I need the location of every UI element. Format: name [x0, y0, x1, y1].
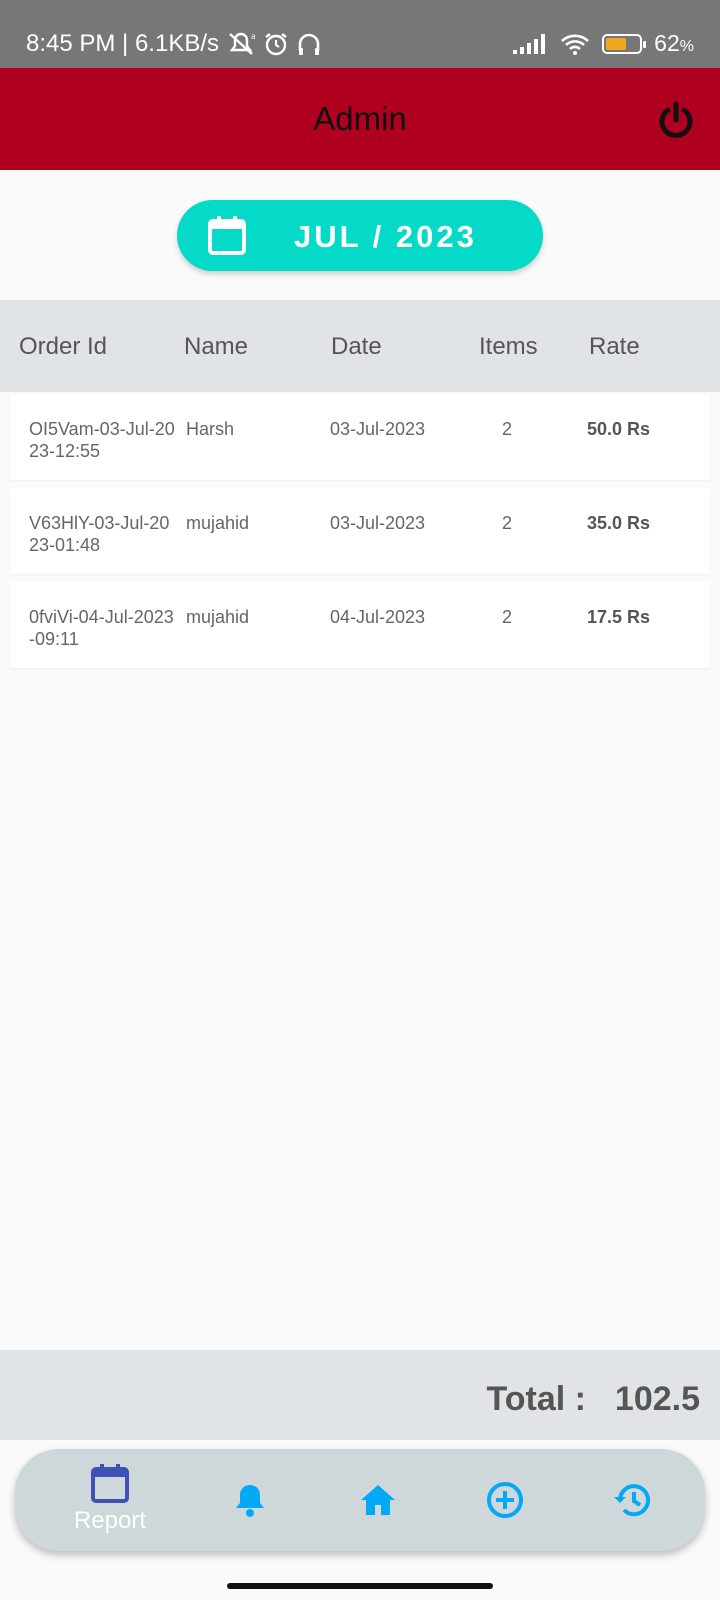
- calendar-icon: [91, 1464, 129, 1503]
- total-bar: Total : 102.5: [0, 1350, 720, 1440]
- customer-name: mujahid: [186, 513, 250, 533]
- table-row[interactable]: OI5Vam-03-Jul-2023-12:55 Harsh 03-Jul-20…: [10, 394, 710, 480]
- order-date: 04-Jul-2023: [330, 607, 426, 627]
- status-left: 8:45 PM | 6.1KB/s a: [26, 30, 321, 58]
- battery-icon: [602, 33, 647, 54]
- status-time-speed: 8:45 PM | 6.1KB/s: [26, 30, 219, 57]
- nav-history[interactable]: [597, 1449, 667, 1551]
- header-items: Items: [479, 333, 538, 360]
- item-count: 2: [502, 513, 513, 533]
- status-bar: 8:45 PM | 6.1KB/s a 62%: [0, 0, 720, 68]
- battery-percent: 62%: [654, 30, 694, 57]
- nav-report-label: Report: [73, 1507, 147, 1534]
- header-rate: Rate: [589, 333, 640, 360]
- power-icon: [659, 101, 693, 138]
- total-value: 102.5: [614, 1380, 700, 1418]
- month-picker-button[interactable]: JUL / 2023: [177, 200, 543, 271]
- nav-notifications[interactable]: [215, 1449, 285, 1551]
- item-count: 2: [502, 419, 513, 439]
- customer-name: Harsh: [186, 419, 235, 439]
- item-count: 2: [502, 607, 513, 627]
- wifi-icon: [560, 32, 590, 56]
- nav-add[interactable]: [470, 1449, 540, 1551]
- order-id: 0fviVi-04-Jul-2023-09:11: [29, 607, 174, 649]
- bottom-nav: Report: [15, 1449, 705, 1551]
- total-label: Total :: [486, 1380, 586, 1418]
- svg-text:a: a: [251, 32, 255, 41]
- history-icon: [614, 1484, 650, 1517]
- add-circle-icon: [487, 1482, 523, 1518]
- order-rate: 50.0 Rs: [587, 419, 651, 439]
- power-button[interactable]: [654, 98, 698, 142]
- table-row[interactable]: V63HlY-03-Jul-2023-01:48 mujahid 03-Jul-…: [10, 488, 710, 574]
- order-rate: 35.0 Rs: [587, 513, 651, 533]
- nav-report[interactable]: Report: [55, 1463, 165, 1543]
- order-id: OI5Vam-03-Jul-2023-12:55: [29, 419, 175, 461]
- calendar-icon: [207, 214, 247, 261]
- order-date: 03-Jul-2023: [330, 419, 426, 439]
- battery-unit: %: [679, 38, 694, 55]
- header-name: Name: [184, 333, 249, 360]
- home-indicator: [227, 1583, 493, 1589]
- nav-home[interactable]: [343, 1449, 413, 1551]
- customer-name: mujahid: [186, 607, 250, 627]
- header-order-id: Order Id: [19, 333, 108, 360]
- headphones-icon: [297, 31, 321, 57]
- order-date: 03-Jul-2023: [330, 513, 426, 533]
- table-row[interactable]: 0fviVi-04-Jul-2023-09:11 mujahid 04-Jul-…: [10, 582, 710, 668]
- app-bar: Admin: [0, 68, 720, 170]
- battery-fill: [606, 37, 626, 50]
- mute-icon: a: [227, 31, 255, 57]
- alarm-icon: [263, 31, 289, 57]
- order-rate: 17.5 Rs: [587, 607, 651, 627]
- battery-value: 62: [654, 30, 680, 56]
- bell-icon: [236, 1485, 264, 1517]
- page-title: Admin: [313, 100, 407, 137]
- home-icon: [361, 1485, 395, 1515]
- table-header: Order Id Name Date Items Rate: [0, 300, 720, 392]
- signal-icon: [512, 33, 548, 55]
- month-label: JUL / 2023: [294, 219, 477, 254]
- header-date: Date: [331, 333, 382, 360]
- status-right: 62%: [512, 30, 694, 57]
- order-id: V63HlY-03-Jul-2023-01:48: [29, 513, 170, 555]
